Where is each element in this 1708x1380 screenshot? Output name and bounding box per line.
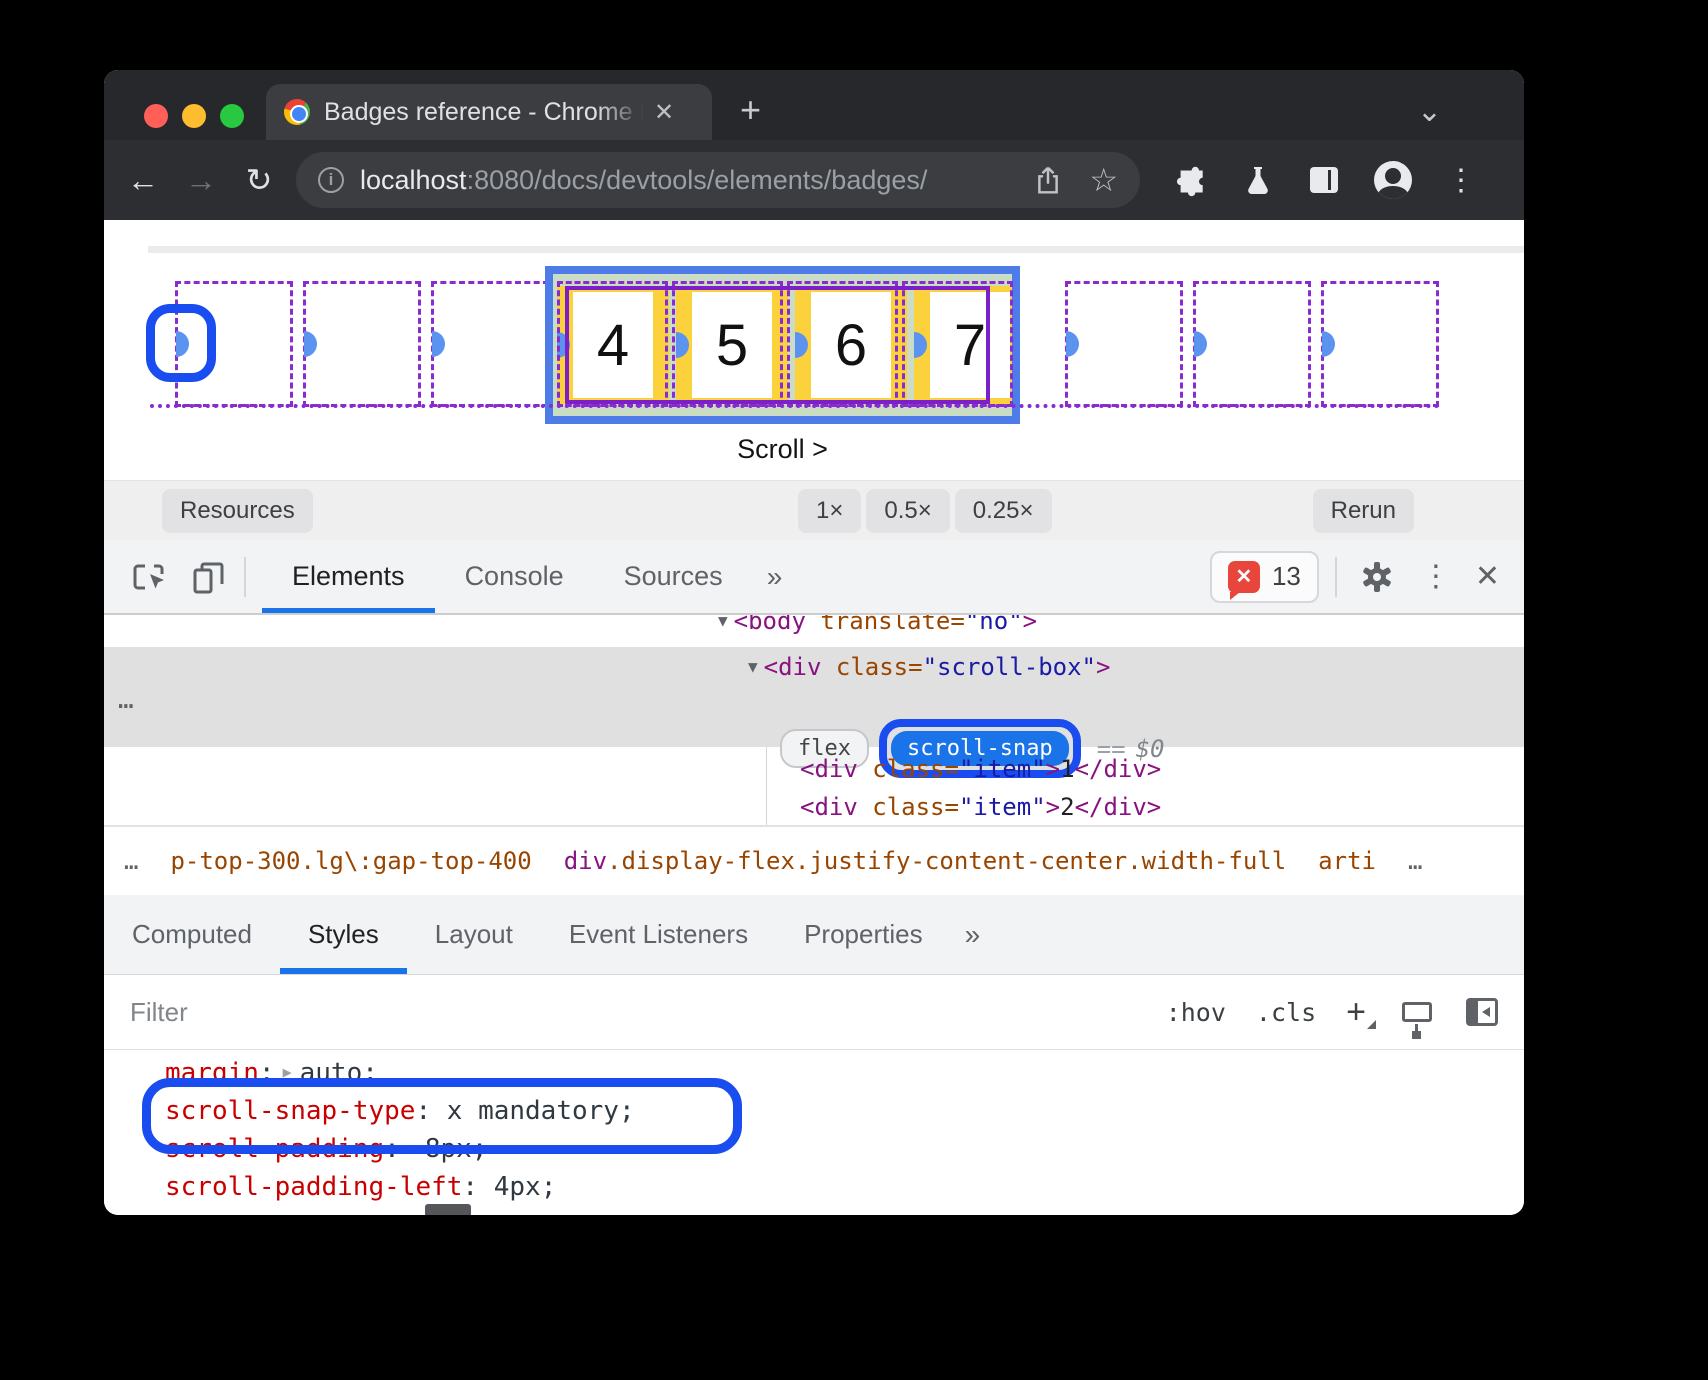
inspect-element-icon[interactable]: [130, 558, 168, 596]
experiments-flask-icon[interactable]: [1242, 163, 1274, 197]
browser-tab[interactable]: Badges reference - Chrome De ✕: [266, 84, 712, 140]
snap-point-dot: [1194, 331, 1207, 357]
rendering-brush-icon[interactable]: [1402, 1002, 1432, 1022]
devtools-toolbar: Elements Console Sources » ✕ 13 ⋮ ✕: [104, 540, 1524, 615]
indent-guide: [766, 747, 767, 825]
snap-item-outline: [1321, 281, 1439, 407]
zoom-025x-button[interactable]: 0.25×: [955, 489, 1052, 533]
device-toolbar-icon[interactable]: [190, 558, 228, 596]
breadcrumb-item[interactable]: p-top-300.lg\:gap-top-400: [170, 847, 531, 875]
browser-toolbar: ← → ↻ i localhost:8080/docs/devtools/ele…: [104, 140, 1524, 220]
tab-title: Badges reference - Chrome De: [324, 98, 644, 127]
tab-layout[interactable]: Layout: [407, 896, 541, 974]
dom-row-body[interactable]: ▼<body translate="no">: [718, 615, 1037, 635]
new-tab-button[interactable]: +: [740, 92, 761, 128]
issues-error-badge[interactable]: ✕ 13: [1210, 551, 1319, 603]
toggle-sidebar-icon[interactable]: [1466, 998, 1498, 1026]
snap-dot-annotation-ring: [146, 304, 216, 382]
new-style-rule-button[interactable]: +: [1346, 997, 1366, 1027]
dom-row-item-1[interactable]: <div class="item">1</div>: [800, 755, 1161, 783]
traffic-zoom-button[interactable]: [220, 104, 244, 128]
reload-button[interactable]: ↻: [230, 161, 288, 199]
content-box-overlay: [565, 286, 990, 404]
settings-gear-icon[interactable]: [1359, 559, 1395, 595]
snap-point-dot: [432, 331, 445, 357]
scroll-hint-label: Scroll >: [545, 434, 1020, 465]
demo-controls-bar: Resources 1× 0.5× 0.25× Rerun: [104, 480, 1524, 540]
scroll-snap-type-annotation-ring: [142, 1078, 742, 1154]
breadcrumb-overflow-right[interactable]: …: [1408, 847, 1422, 875]
error-count: 13: [1272, 561, 1301, 592]
toolbar-divider: [244, 557, 246, 597]
zoom-buttons: 1× 0.5× 0.25×: [798, 489, 1052, 533]
page-viewport: 4 5 6 7 Scroll >: [104, 220, 1524, 480]
browser-menu-kebab-icon[interactable]: ⋮: [1446, 163, 1476, 198]
tab-sources[interactable]: Sources: [594, 540, 753, 613]
url-text: localhost:8080/docs/devtools/elements/ba…: [360, 165, 1007, 196]
breadcrumb-item[interactable]: arti: [1318, 847, 1376, 875]
snap-item-outline: [1065, 281, 1183, 407]
filter-input[interactable]: [130, 997, 1136, 1028]
zoom-1x-button[interactable]: 1×: [798, 489, 861, 533]
traffic-close-button[interactable]: [144, 104, 168, 128]
toggle-class-button[interactable]: .cls: [1256, 998, 1316, 1027]
dom-row-scroll-box[interactable]: ▼<div class="scroll-box">: [748, 653, 1110, 681]
toggle-hover-state-button[interactable]: :hov: [1166, 998, 1226, 1027]
snap-item-outline: [303, 281, 421, 407]
dom-row-item-2[interactable]: <div class="item">2</div>: [800, 793, 1161, 821]
tab-properties[interactable]: Properties: [776, 896, 951, 974]
more-tabs-chevron-icon[interactable]: »: [951, 919, 995, 951]
dom-tree: ▼<body translate="no"> … ▼<div class="sc…: [104, 615, 1524, 825]
devtools-close-icon[interactable]: ✕: [1471, 559, 1524, 594]
styles-sidebar-tabs: Computed Styles Layout Event Listeners P…: [104, 895, 1524, 975]
screenshot-stage: Badges reference - Chrome De ✕ + ⌄ ← → ↻…: [0, 0, 1708, 1380]
zoom-05x-button[interactable]: 0.5×: [866, 489, 949, 533]
dom-ellipsis[interactable]: …: [118, 685, 136, 715]
expand-arrow-icon[interactable]: ▼: [748, 657, 758, 676]
snap-point-dot: [1066, 331, 1079, 357]
styles-filter-bar: :hov .cls +: [104, 975, 1524, 1050]
snap-point-dot: [1322, 331, 1335, 357]
tab-computed[interactable]: Computed: [104, 896, 280, 974]
site-info-icon[interactable]: i: [318, 167, 344, 193]
address-bar[interactable]: i localhost:8080/docs/devtools/elements/…: [296, 152, 1140, 208]
partial-element: [425, 1204, 471, 1215]
tab-elements[interactable]: Elements: [262, 540, 435, 613]
styles-pane: margin:▶auto; scroll-snap-type: x mandat…: [104, 1050, 1524, 1215]
breadcrumb-item[interactable]: div.display-flex.justify-content-center.…: [564, 847, 1286, 875]
dom-row-selected[interactable]: … ▼<div class="scroll-box"> flex scroll-…: [104, 647, 1524, 747]
side-panel-icon[interactable]: [1308, 165, 1340, 195]
error-x-icon: ✕: [1228, 561, 1260, 593]
snap-point-dot: [304, 331, 317, 357]
tab-styles[interactable]: Styles: [280, 896, 407, 974]
extensions-puzzle-icon[interactable]: [1174, 163, 1208, 197]
expand-arrow-icon[interactable]: ▼: [718, 615, 728, 630]
devtools-menu-kebab-icon[interactable]: ⋮: [1401, 559, 1471, 594]
tab-console[interactable]: Console: [435, 540, 594, 613]
chevron-down-icon[interactable]: ⌄: [1417, 94, 1442, 129]
chrome-favicon-icon: [284, 99, 310, 125]
more-panels-chevron-icon[interactable]: »: [753, 561, 797, 593]
profile-avatar[interactable]: [1374, 161, 1412, 199]
toolbar-divider: [1335, 557, 1337, 597]
traffic-minimize-button[interactable]: [182, 104, 206, 128]
resources-button[interactable]: Resources: [162, 489, 313, 533]
forward-button[interactable]: →: [172, 162, 230, 199]
tab-event-listeners[interactable]: Event Listeners: [541, 896, 776, 974]
snap-item-outline: [431, 281, 549, 407]
bookmark-star-icon[interactable]: ☆: [1089, 161, 1118, 199]
breadcrumb: … p-top-300.lg\:gap-top-400 div.display-…: [104, 825, 1524, 895]
share-icon[interactable]: [1033, 164, 1063, 196]
snap-item-outline: [1193, 281, 1311, 407]
browser-window: Badges reference - Chrome De ✕ + ⌄ ← → ↻…: [104, 70, 1524, 1215]
breadcrumb-overflow-left[interactable]: …: [124, 847, 138, 875]
page-divider: [148, 246, 1524, 253]
tab-close-icon[interactable]: ✕: [654, 98, 674, 127]
tab-strip: Badges reference - Chrome De ✕ + ⌄: [104, 70, 1524, 140]
rerun-button[interactable]: Rerun: [1313, 489, 1414, 533]
back-button[interactable]: ←: [114, 162, 172, 199]
css-declaration-scroll-padding-left[interactable]: scroll-padding-left: 4px;: [165, 1172, 556, 1202]
